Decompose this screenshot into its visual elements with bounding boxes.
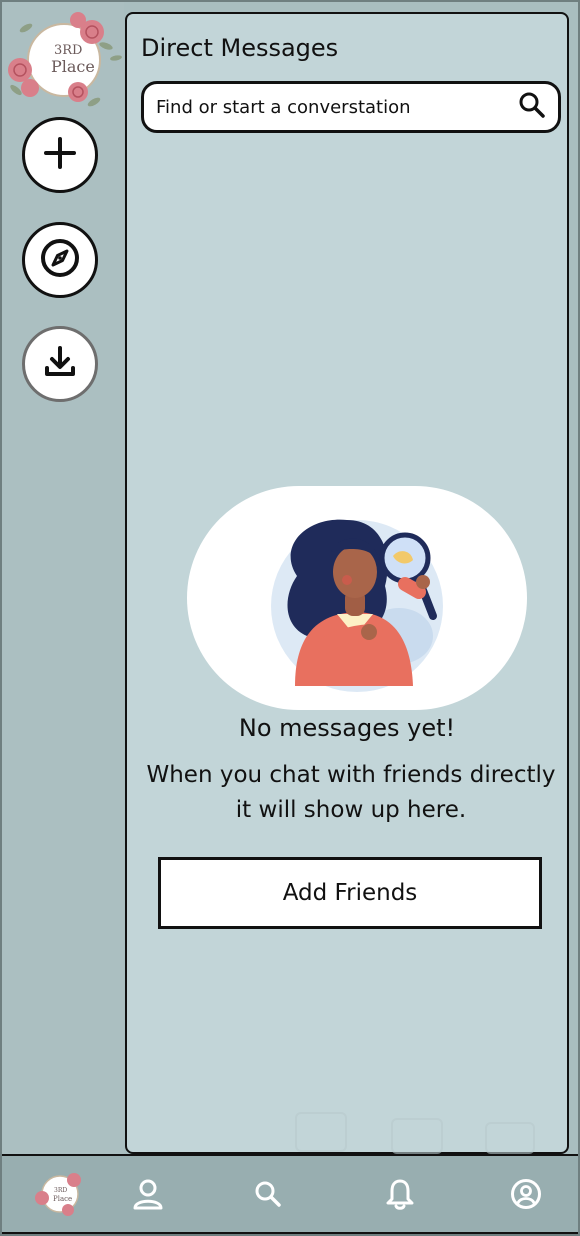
logo-icon-text-top: 3RD [54, 1187, 67, 1194]
bottom-navigation: 3RD Place [2, 1154, 578, 1234]
search-icon[interactable] [518, 91, 546, 123]
plus-icon [42, 135, 78, 175]
faded-card [391, 1118, 443, 1154]
download-icon [41, 343, 79, 385]
nav-notifications[interactable] [380, 1176, 420, 1216]
nav-home[interactable]: 3RD Place [32, 1168, 88, 1224]
explore-button[interactable] [22, 222, 98, 298]
faded-card [295, 1112, 347, 1152]
search-input[interactable] [156, 96, 518, 118]
nav-profile[interactable] [506, 1176, 546, 1216]
page-title: Direct Messages [141, 34, 339, 62]
logo-text-top: 3RD [54, 43, 82, 58]
add-server-button[interactable] [22, 117, 98, 193]
empty-state-illustration [187, 486, 527, 710]
nav-friends[interactable] [128, 1176, 168, 1216]
search-icon [253, 1179, 283, 1213]
empty-state-description-line1: When you chat with friends directly [146, 762, 556, 788]
bell-icon [384, 1177, 416, 1215]
empty-state-description-line2: it will show up here. [235, 797, 467, 823]
logo-text-bottom: Place [51, 57, 95, 76]
add-friends-button[interactable]: Add Friends [158, 857, 542, 929]
server-rail: 3RD Place [2, 2, 124, 1154]
search-bar[interactable] [141, 81, 561, 133]
faded-card [485, 1122, 535, 1154]
empty-state-description: When you chat with friends directly it w… [141, 758, 561, 828]
logo-icon: 3RD Place [32, 1166, 88, 1226]
empty-state-title: No messages yet! [238, 714, 456, 742]
logo-icon-text-bottom: Place [53, 1195, 72, 1203]
compass-icon [39, 237, 81, 283]
app-logo[interactable]: 3RD Place [6, 6, 124, 114]
download-button[interactable] [22, 326, 98, 402]
person-icon [131, 1177, 165, 1215]
nav-search[interactable] [248, 1176, 288, 1216]
account-circle-icon [510, 1178, 542, 1214]
direct-messages-panel: Direct Messages Find or start a converst… [125, 12, 569, 1154]
